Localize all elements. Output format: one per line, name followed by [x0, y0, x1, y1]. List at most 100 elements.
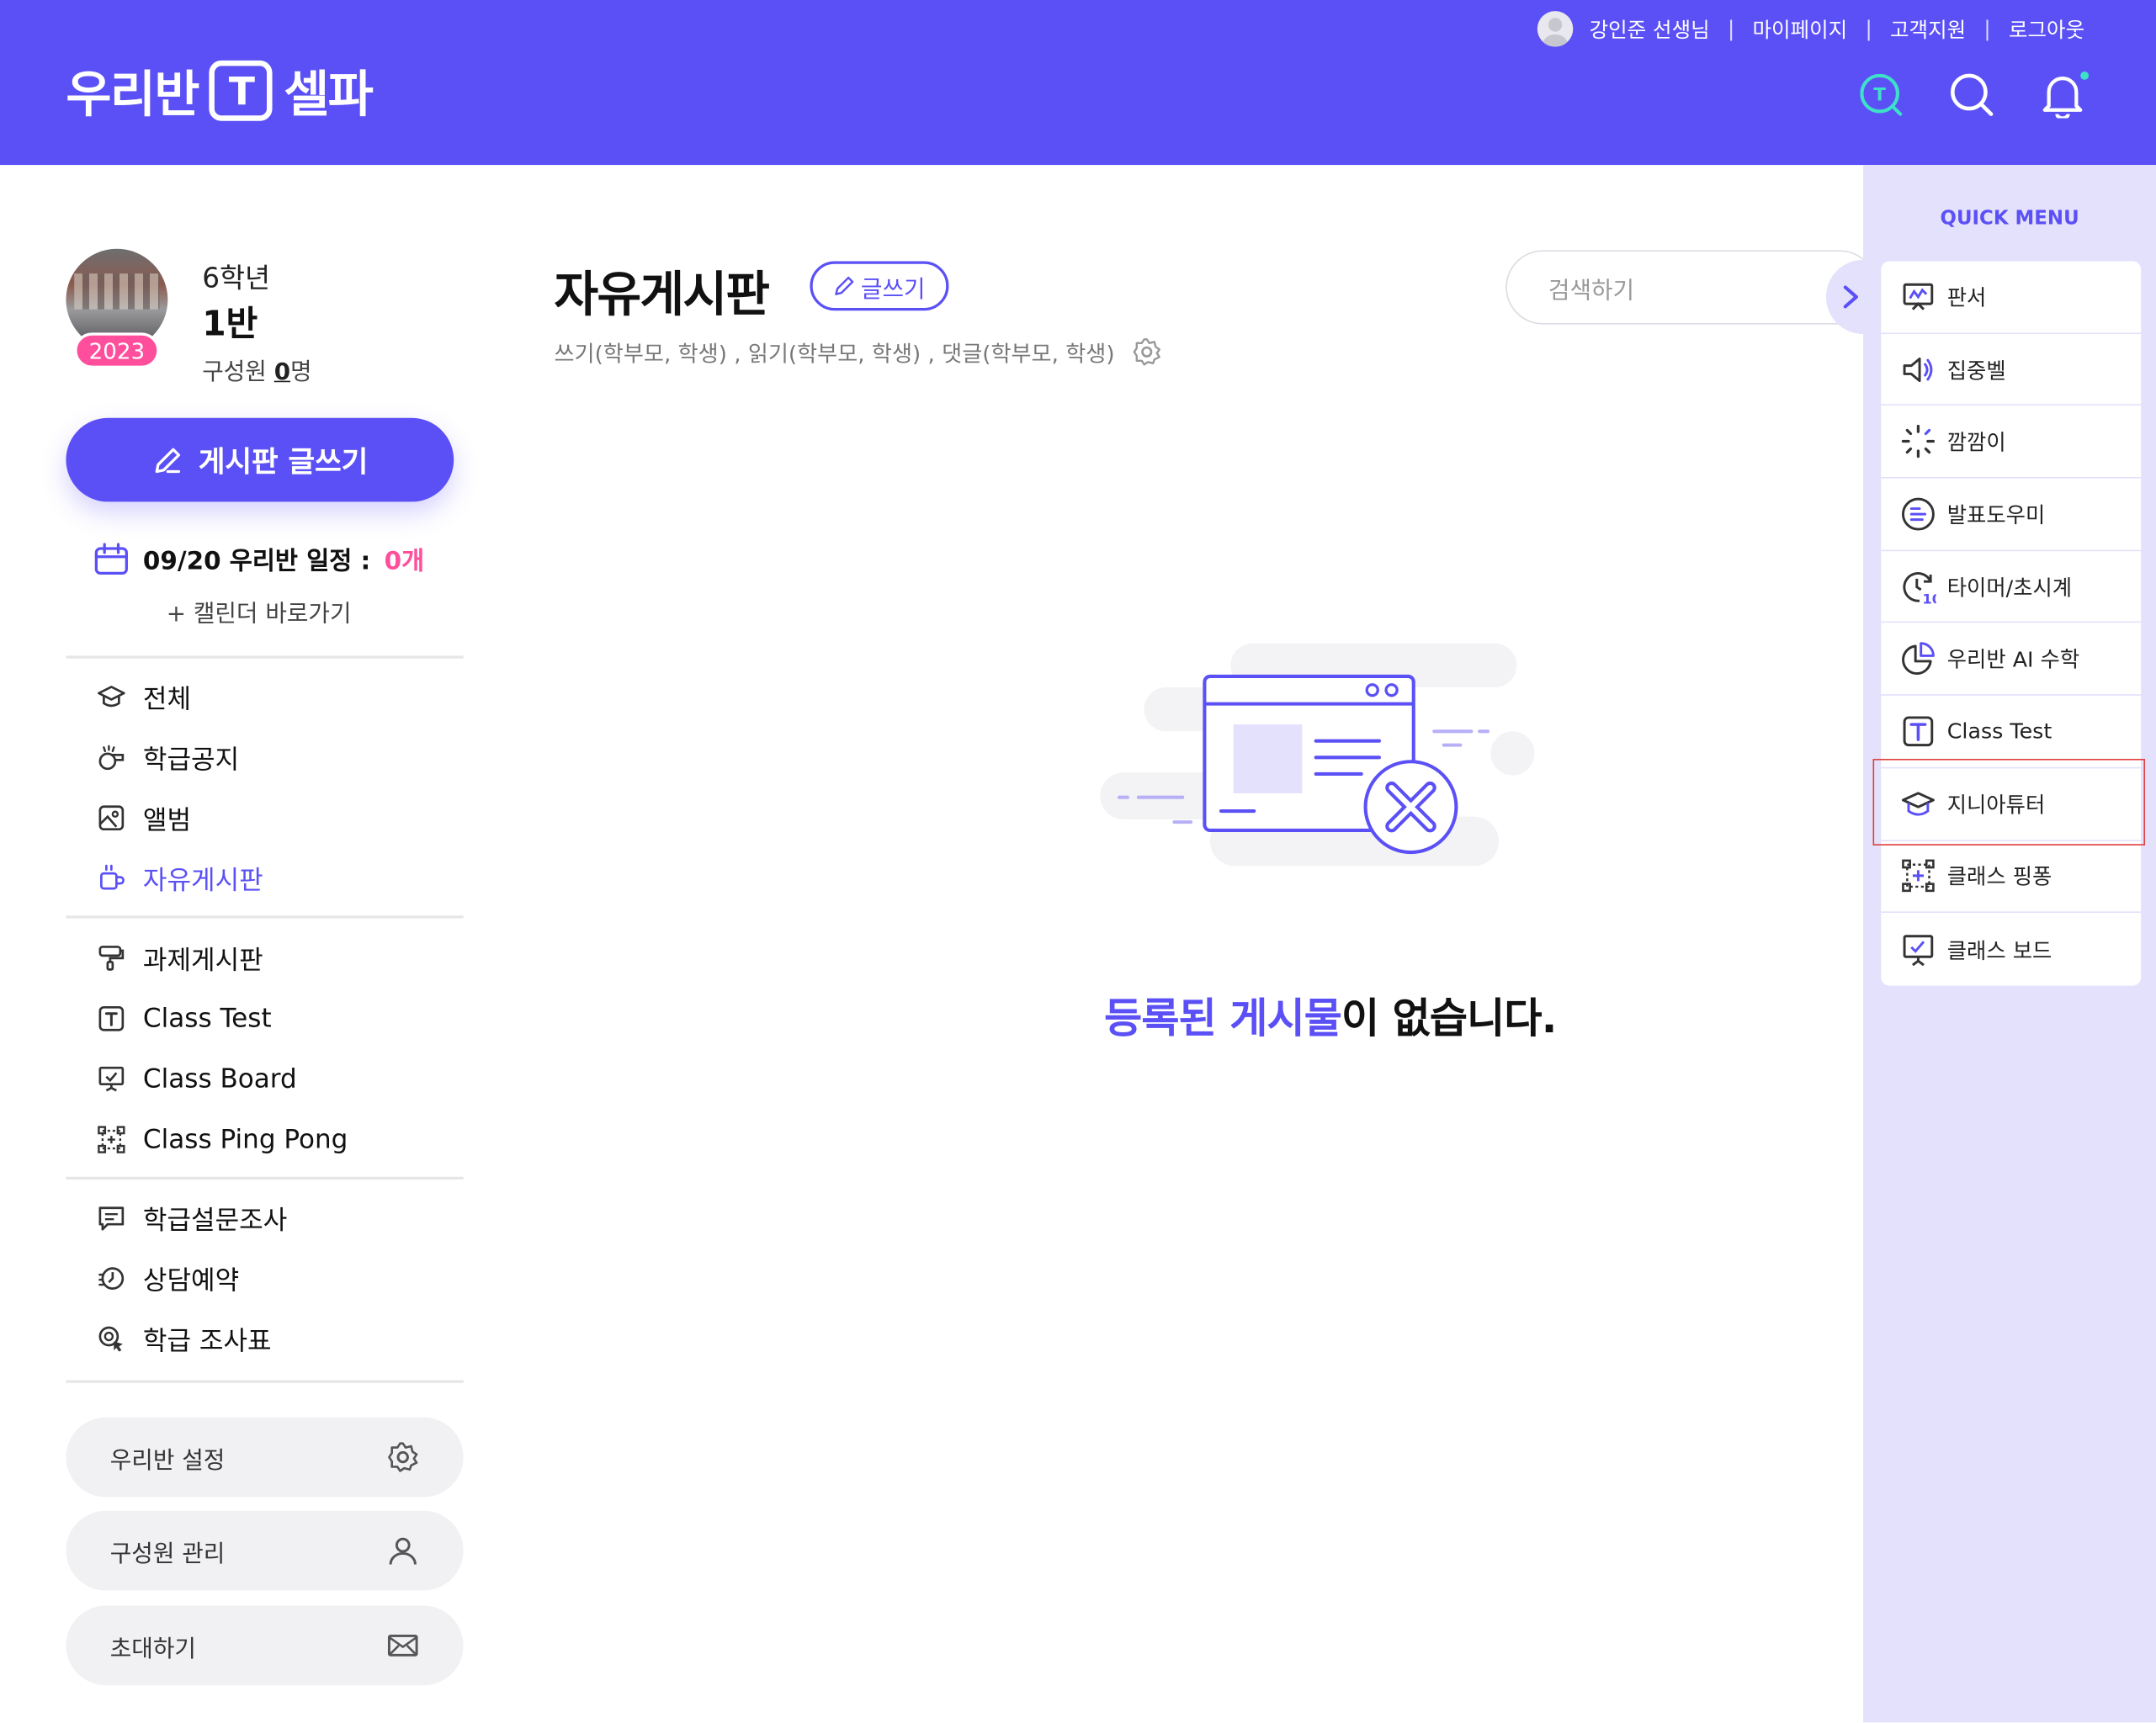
nav-notice[interactable]: 학급공지: [96, 737, 239, 778]
nav-class-board[interactable]: Class Board: [96, 1058, 297, 1100]
nav-class-sheet[interactable]: 학급 조사표: [96, 1318, 272, 1360]
logo-text-right: 셀파: [284, 67, 374, 125]
schedule-label: 09/20 우리반 일정 :: [142, 547, 371, 576]
list-circle-icon: [1901, 497, 1935, 531]
selection-highlight: [1872, 758, 2146, 846]
divider: [66, 655, 464, 659]
paint-roller-icon: [98, 946, 125, 971]
nav-album[interactable]: 앨범: [96, 798, 191, 839]
logo[interactable]: 우리반 T 셀파: [66, 55, 374, 126]
app-root: 우리반 T 셀파 강인준 선생님 | 마이페이지 | 고객지원 | 로그아웃 T: [0, 0, 2156, 1723]
ping-pong-icon: [1902, 860, 1935, 893]
nav-consult-label: 상담예약: [142, 1265, 240, 1296]
title-write-label: 글쓰기: [860, 275, 926, 304]
clock-icon: [98, 1267, 125, 1290]
user-icon: [389, 1537, 417, 1565]
pen-board-icon: [1903, 283, 1934, 310]
invite-label: 초대하기: [109, 1635, 196, 1663]
nav-assignment[interactable]: 과제게시판: [96, 937, 263, 978]
calendar-icon: [94, 543, 128, 575]
empty-message: 등록된 게시물이 없습니다.: [1104, 984, 1557, 1045]
quick-menu-title: QUICK MENU: [1940, 207, 2079, 230]
timer-icon: 10: [1903, 571, 1936, 605]
nav-class-ping-pong[interactable]: Class Ping Pong: [96, 1119, 348, 1160]
nav-notice-label: 학급공지: [142, 744, 240, 775]
nav-free-board[interactable]: 자유게시판: [96, 858, 263, 899]
notification-dot: [2080, 71, 2090, 80]
permissions-text: 쓰기(학부모, 학생) , 읽기(학부모, 학생) , 댓글(학부모, 학생): [554, 341, 1115, 368]
nav-consult[interactable]: 상담예약: [96, 1258, 239, 1299]
qm-label: 깜깜이: [1946, 430, 2006, 456]
nav-class-test[interactable]: Class Test: [96, 998, 272, 1039]
invite-button[interactable]: 초대하기: [66, 1605, 464, 1686]
divider: [66, 915, 464, 919]
settings-icon[interactable]: [1131, 337, 1161, 367]
mypage-link[interactable]: 마이페이지: [1752, 14, 1847, 43]
support-link[interactable]: 고객지원: [1890, 14, 1966, 43]
qm-item-board-writing[interactable]: 판서: [1881, 261, 2142, 334]
board-write-button[interactable]: 게시판 글쓰기: [66, 417, 454, 502]
separator: |: [1727, 16, 1735, 42]
qm-item-class-board[interactable]: 클래스 보드: [1881, 913, 2141, 985]
mail-icon: [387, 1634, 418, 1657]
class-name: 1반: [202, 304, 258, 344]
qm-item-class-test[interactable]: Class Test: [1881, 696, 2142, 769]
pencil-icon: [835, 276, 854, 295]
nav-album-label: 앨범: [142, 804, 192, 835]
top-links: 강인준 선생님 | 마이페이지 | 고객지원 | 로그아웃: [1537, 11, 2084, 47]
class-settings-label: 우리반 설정: [109, 1446, 226, 1475]
grade-label: 6학년: [202, 261, 271, 294]
empty-board-illustration: [1100, 643, 1535, 867]
nav-survey-label: 학급설문조사: [142, 1205, 288, 1236]
quick-menu-list: 판서 집중벨 깜깜이 발표도우미 10 타이머/초시계 우리반 AI 수학 Cl…: [1881, 261, 2142, 986]
top-header: 우리반 T 셀파 강인준 선생님 | 마이페이지 | 고객지원 | 로그아웃 T: [0, 0, 2156, 166]
bell-icon[interactable]: [2038, 69, 2090, 121]
user-name[interactable]: 강인준 선생님: [1590, 14, 1710, 43]
search-input[interactable]: 검색하기: [1505, 250, 1877, 325]
nav-class-sheet-label: 학급 조사표: [142, 1325, 272, 1356]
members-prefix: 구성원: [202, 358, 274, 387]
empty-message-rest: 이 없습니다.: [1341, 995, 1557, 1044]
qm-item-ai-math[interactable]: 우리반 AI 수학: [1881, 623, 2142, 697]
nav-all[interactable]: 전체: [96, 676, 191, 718]
loading-icon: [1901, 425, 1936, 459]
qm-item-presentation-helper[interactable]: 발표도우미: [1881, 479, 2142, 551]
year-badge: 2023: [74, 332, 160, 368]
nav-survey[interactable]: 학급설문조사: [96, 1197, 287, 1238]
separator: |: [1983, 16, 1991, 42]
qm-item-timer[interactable]: 10 타이머/초시계: [1881, 551, 2142, 623]
gear-icon: [388, 1442, 418, 1472]
divider: [66, 1380, 464, 1383]
qm-item-class-pingpong[interactable]: 클래스 핑퐁: [1881, 840, 2142, 914]
header-icons: T: [1856, 69, 2090, 121]
t-chat-icon[interactable]: T: [1856, 69, 1906, 121]
svg-text:10: 10: [1922, 591, 1936, 605]
qm-item-blackout[interactable]: 깜깜이: [1881, 406, 2142, 479]
search-placeholder: 검색하기: [1548, 277, 1635, 305]
whistle-icon: [98, 745, 125, 771]
qm-item-focus-bell[interactable]: 집중벨: [1881, 334, 2142, 406]
pie-icon: [1902, 642, 1935, 676]
calendar-link[interactable]: + 캘린더 바로가기: [167, 594, 352, 628]
qm-label: Class Test: [1946, 718, 2052, 744]
nav-class-ping-pong-label: Class Ping Pong: [142, 1124, 348, 1155]
board-icon: [98, 1066, 125, 1092]
pencil-icon: [156, 447, 181, 473]
qm-label: 클래스 보드: [1946, 938, 2052, 963]
user-avatar: [1537, 11, 1573, 47]
logo-badge: T: [209, 60, 273, 121]
nav-assignment-label: 과제게시판: [142, 945, 263, 976]
member-count[interactable]: 구성원 0명: [202, 352, 311, 386]
speaker-icon: [1903, 357, 1933, 382]
qm-label: 클래스 핑퐁: [1946, 865, 2052, 890]
search-icon[interactable]: [1947, 69, 1997, 121]
logout-link[interactable]: 로그아웃: [2009, 14, 2084, 43]
member-manage-button[interactable]: 구성원 관리: [66, 1510, 464, 1591]
title-write-button[interactable]: 글쓰기: [810, 261, 949, 311]
board-permissions: 쓰기(학부모, 학생) , 읽기(학부모, 학생) , 댓글(학부모, 학생): [555, 336, 1162, 368]
qm-label: 타이머/초시계: [1946, 575, 2073, 601]
cup-icon: [100, 864, 125, 890]
class-settings-button[interactable]: 우리반 설정: [66, 1417, 464, 1498]
logo-text-left: 우리반: [66, 67, 199, 125]
svg-text:T: T: [1873, 84, 1886, 105]
